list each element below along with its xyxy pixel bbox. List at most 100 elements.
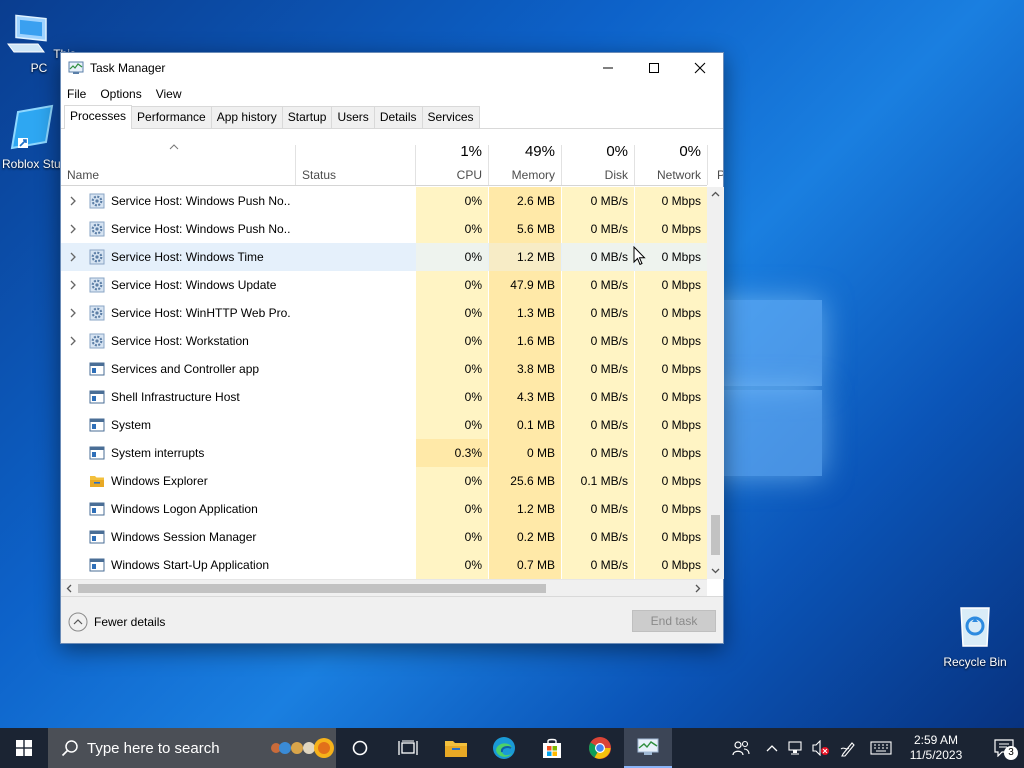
chevron-right-icon[interactable] xyxy=(68,194,78,208)
process-memory-value: 1.3 MB xyxy=(516,306,555,320)
process-cpu-value: 0% xyxy=(464,278,482,292)
process-memory-value: 0 MB xyxy=(526,446,555,460)
window-app-icon xyxy=(89,502,105,516)
table-row[interactable]: Service Host: Windows Push No... 0% 2.6 MB… xyxy=(61,187,707,215)
sort-ascending-icon xyxy=(169,144,179,150)
chevron-right-icon[interactable] xyxy=(68,222,78,236)
chevron-right-icon[interactable] xyxy=(68,278,78,292)
people-icon[interactable] xyxy=(732,740,750,756)
horizontal-scrollbar[interactable] xyxy=(61,579,707,596)
table-row[interactable]: Windows Start-Up Application 0% 0.7 MB 0 MB… xyxy=(61,551,707,579)
menu-options[interactable]: Options xyxy=(100,87,141,101)
desktop-icon-recycle-bin[interactable]: Recycle Bin xyxy=(936,602,1014,669)
table-row[interactable]: Service Host: Windows Push No... 0% 5.6 MB… xyxy=(61,215,707,243)
clock[interactable]: 2:59 AM 11/5/2023 xyxy=(904,733,968,763)
close-button[interactable] xyxy=(677,53,723,83)
process-memory-value: 0.2 MB xyxy=(516,530,555,544)
tab-app-history[interactable]: App history xyxy=(210,106,283,128)
process-name: Windows Logon Application xyxy=(111,502,258,516)
chevron-right-icon[interactable] xyxy=(68,334,78,348)
network-icon[interactable] xyxy=(788,741,804,755)
taskbar-search-box[interactable]: Type here to search xyxy=(48,728,336,768)
column-header-status[interactable]: Status xyxy=(296,143,415,186)
process-memory-value: 0.7 MB xyxy=(516,558,555,572)
menu-file[interactable]: File xyxy=(67,87,86,101)
taskbar-file-explorer[interactable] xyxy=(432,728,480,768)
taskbar-edge[interactable] xyxy=(480,728,528,768)
vertical-scrollbar[interactable] xyxy=(707,187,724,579)
column-header-cpu[interactable]: 1% CPU xyxy=(416,143,488,186)
column-header-network[interactable]: 0% Network xyxy=(635,143,707,186)
process-disk-value: 0 MB/s xyxy=(590,530,628,544)
action-center-button[interactable]: 3 xyxy=(984,728,1024,768)
column-header-power[interactable]: P xyxy=(711,143,723,186)
process-cpu-value: 0% xyxy=(464,334,482,348)
gear-icon xyxy=(89,249,105,265)
tab-users[interactable]: Users xyxy=(331,106,375,128)
taskbar-store[interactable] xyxy=(528,728,576,768)
table-row[interactable]: Service Host: WinHTTP Web Pro... 0% 1.3 MB… xyxy=(61,299,707,327)
end-task-button[interactable]: End task xyxy=(632,610,716,632)
table-row[interactable]: Shell Infrastructure Host 0% 4.3 MB 0 MB/s 0… xyxy=(61,383,707,411)
cortana-button[interactable] xyxy=(336,728,384,768)
mouse-cursor-icon xyxy=(633,246,646,266)
table-row[interactable]: System interrupts 0.3% 0 MB 0 MB/s 0 Mbps xyxy=(61,439,707,467)
process-cpu-value: 0% xyxy=(464,502,482,516)
table-row[interactable]: System 0% 0.1 MB 0 MB/s 0 Mbps xyxy=(61,411,707,439)
chevron-right-icon[interactable] xyxy=(68,306,78,320)
tab-performance[interactable]: Performance xyxy=(131,106,212,128)
table-row[interactable]: Windows Logon Application 0% 1.2 MB 0 MB/s 0… xyxy=(61,495,707,523)
process-memory-value: 47.9 MB xyxy=(510,278,555,292)
task-manager-window[interactable]: Task Manager File Options View Processes… xyxy=(60,52,724,644)
minimize-button[interactable] xyxy=(585,53,631,83)
table-row[interactable]: Services and Controller app 0% 3.8 MB 0 MB/… xyxy=(61,355,707,383)
task-view-button[interactable] xyxy=(384,728,432,768)
process-disk-value: 0 MB/s xyxy=(590,502,628,516)
table-row[interactable]: Windows Explorer 0% 25.6 MB 0.1 MB/s 0 Mbps xyxy=(61,467,707,495)
cortana-icon xyxy=(352,740,368,756)
table-row[interactable]: Windows Session Manager 0% 0.2 MB 0 MB/s 0 M… xyxy=(61,523,707,551)
pen-workspace-icon[interactable] xyxy=(840,739,858,757)
tab-details[interactable]: Details xyxy=(373,106,423,128)
process-name: Service Host: Windows Push No... xyxy=(111,194,291,208)
process-disk-value: 0 MB/s xyxy=(590,418,628,432)
window-app-icon xyxy=(89,418,105,432)
start-button[interactable] xyxy=(0,728,48,768)
process-network-value: 0 Mbps xyxy=(661,530,701,544)
touch-keyboard-icon[interactable] xyxy=(870,741,892,755)
table-row[interactable]: Service Host: Workstation 0% 1.6 MB 0 MB/s 0… xyxy=(61,327,707,355)
vertical-scroll-thumb[interactable] xyxy=(711,515,720,555)
process-network-value: 0 Mbps xyxy=(661,362,701,376)
process-network-value: 0 Mbps xyxy=(661,194,701,208)
table-row[interactable]: Service Host: Windows Time 0% 1.2 MB 0 MB/s… xyxy=(61,243,707,271)
process-network-value: 0 Mbps xyxy=(661,502,701,516)
process-name: Service Host: Windows Update xyxy=(111,278,277,292)
column-header-memory[interactable]: 49% Memory xyxy=(489,143,561,186)
fewer-details-button[interactable]: Fewer details xyxy=(68,612,165,632)
tab-startup[interactable]: Startup xyxy=(281,106,333,128)
horizontal-scroll-thumb[interactable] xyxy=(78,584,546,593)
chevron-right-icon[interactable] xyxy=(68,250,78,264)
table-row[interactable]: Service Host: Windows Update 0% 47.9 MB 0 M… xyxy=(61,271,707,299)
taskbar-chrome[interactable] xyxy=(576,728,624,768)
title-bar[interactable]: Task Manager xyxy=(61,53,723,83)
column-header-name[interactable]: Name xyxy=(61,143,295,186)
process-network-value: 0 Mbps xyxy=(661,306,701,320)
menu-bar: File Options View xyxy=(61,83,723,105)
process-cpu-value: 0% xyxy=(464,362,482,376)
tab-services[interactable]: Services xyxy=(421,106,480,128)
menu-view[interactable]: View xyxy=(156,87,182,101)
roblox-studio-icon xyxy=(10,104,54,150)
process-memory-value: 4.3 MB xyxy=(516,390,555,404)
minimize-icon xyxy=(603,67,613,69)
process-network-value: 0 Mbps xyxy=(661,334,701,348)
maximize-button[interactable] xyxy=(631,53,677,83)
scroll-right-icon xyxy=(695,584,701,593)
column-header-disk[interactable]: 0% Disk xyxy=(562,143,634,186)
chevron-up-icon[interactable] xyxy=(766,744,778,752)
tab-processes[interactable]: Processes xyxy=(64,105,133,129)
window-app-icon xyxy=(89,558,105,572)
volume-muted-icon[interactable] xyxy=(812,740,830,756)
taskbar-task-manager[interactable] xyxy=(624,728,672,768)
process-disk-value: 0 MB/s xyxy=(590,446,628,460)
